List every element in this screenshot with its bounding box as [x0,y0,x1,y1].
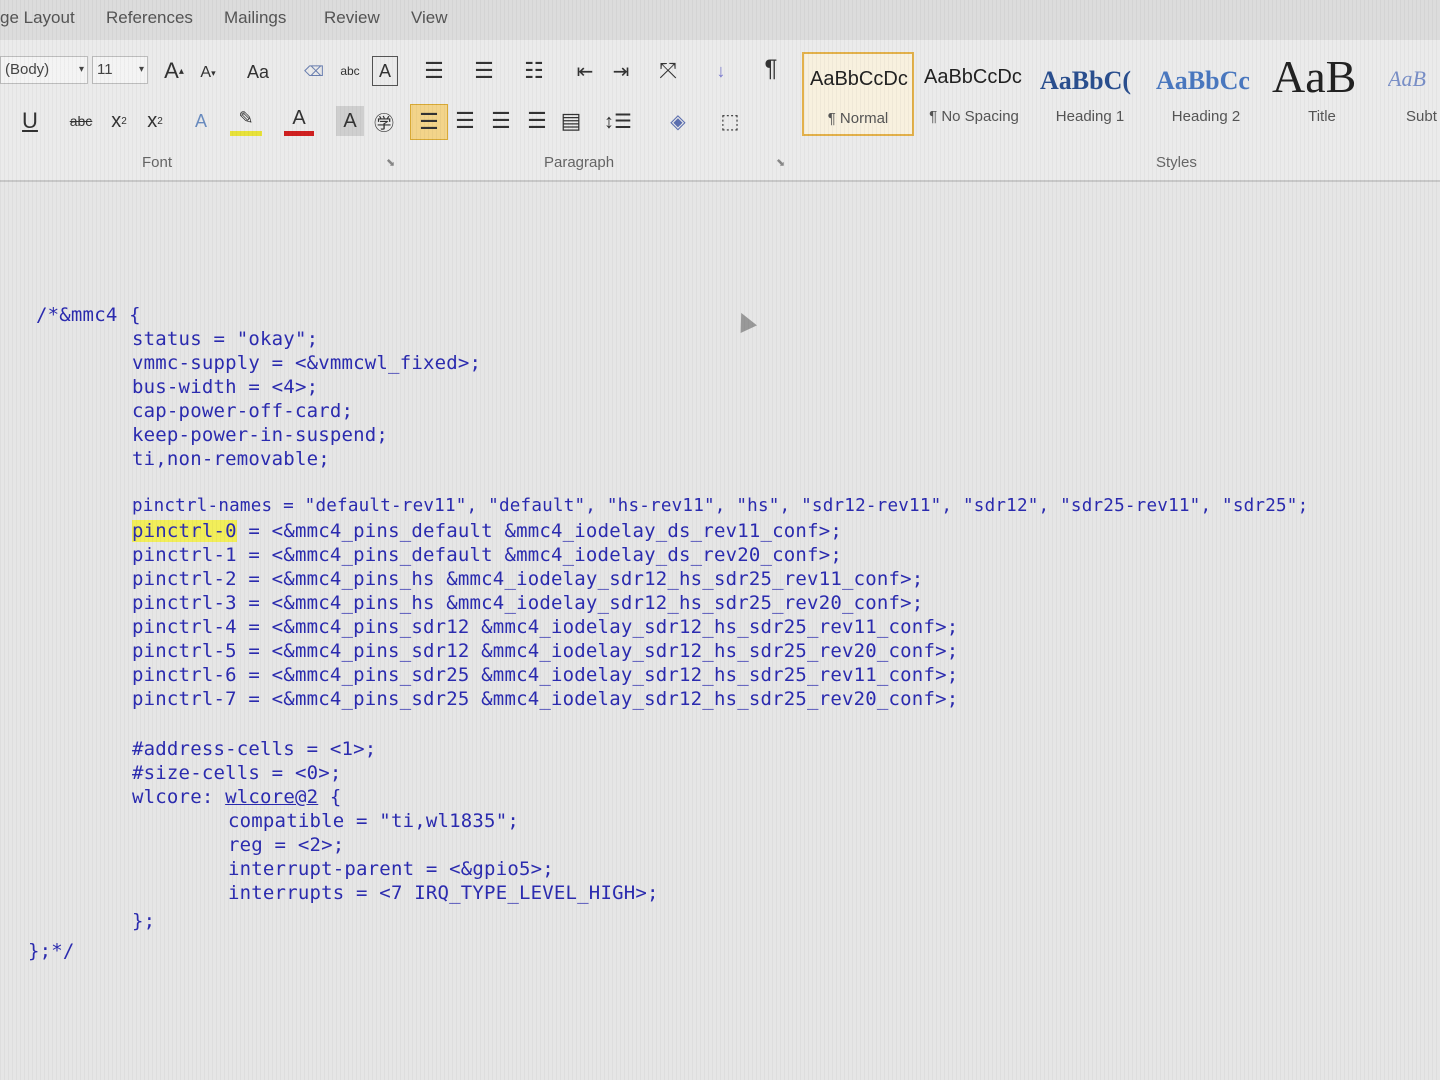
style-name: ¶ Normal [827,110,889,127]
tab-page-layout[interactable]: ge Layout [0,8,75,28]
code-line: vmmc-supply = <&vmmcwl_fixed>; [132,352,482,374]
font-color-icon[interactable]: A [284,106,314,136]
enclose-characters-icon[interactable]: ㊫ [370,106,398,136]
decrease-indent-icon[interactable]: ⇤ [570,56,600,86]
show-formatting-marks-icon[interactable]: ¶ [756,54,786,84]
code-line: pinctrl-7 = <&mmc4_pins_sdr25 &mmc4_iode… [132,688,959,710]
style-name: Heading 2 [1171,108,1241,125]
style-no-spacing[interactable]: AaBbCcDc ¶ No Spacing [918,52,1030,136]
font-size-box[interactable]: 11 ▾ [92,56,148,84]
font-dialog-launcher-icon[interactable]: ⬊ [386,156,395,169]
code-brace: { [318,786,342,808]
bullets-icon[interactable]: ☰ [414,56,454,86]
tab-references[interactable]: References [106,8,193,28]
style-name: Heading 1 [1055,108,1125,125]
grow-font-icon[interactable]: A ▴ [160,56,188,86]
code-node-name: wlcore@2 [225,786,319,808]
code-line: ti,non-removable; [132,448,330,470]
code-line: status = "okay"; [132,328,319,350]
code-line: #address-cells = <1>; [132,738,377,760]
justify-icon[interactable]: ☰ [522,104,552,138]
style-heading-1[interactable]: AaBbC( Heading 1 [1034,52,1146,136]
code-line: pinctrl-0 = <&mmc4_pins_default &mmc4_io… [132,520,842,542]
numbering-icon[interactable]: ☰ [464,56,504,86]
underline-icon[interactable]: U [16,106,44,136]
style-sample: AaBbCcDc [810,68,908,90]
style-subtitle[interactable]: AaB Subt [1382,52,1440,136]
style-sample: AaBbCc [1156,66,1250,95]
paragraph-dialog-launcher-icon[interactable]: ⬊ [776,156,785,169]
clear-formatting-icon[interactable]: ⌫ [300,56,328,86]
code-line: cap-power-off-card; [132,400,354,422]
chevron-down-icon[interactable]: ▾ [139,57,144,83]
style-name: Subt [1406,108,1437,125]
code-line: bus-width = <4>; [132,376,319,398]
code-line: pinctrl-4 = <&mmc4_pins_sdr12 &mmc4_iode… [132,616,959,638]
sort-icon[interactable]: ↓ [706,56,736,86]
align-left-icon[interactable]: ☰ [410,104,448,140]
multilevel-list-icon[interactable]: ☷ [514,56,554,86]
tab-mailings[interactable]: Mailings [224,8,286,28]
code-line: pinctrl-6 = <&mmc4_pins_sdr25 &mmc4_iode… [132,664,959,686]
align-center-icon[interactable]: ☰ [450,104,480,138]
style-heading-2[interactable]: AaBbCc Heading 2 [1150,52,1262,136]
strikethrough-icon[interactable]: abc [64,106,98,136]
code-line: wlcore: wlcore@2 { [132,786,342,808]
code-line: pinctrl-5 = <&mmc4_pins_sdr12 &mmc4_iode… [132,640,959,662]
chevron-down-icon[interactable]: ▾ [79,57,84,83]
code-line-rest: = <&mmc4_pins_default &mmc4_iodelay_ds_r… [236,520,842,542]
group-label-font: Font [142,154,173,171]
line-spacing-icon[interactable]: ↕☰ [600,104,636,138]
subscript-icon[interactable]: x2 [104,106,134,136]
character-shading-icon[interactable]: A [336,106,364,136]
borders-icon[interactable]: ⬚ [712,104,748,138]
highlighted-text: pinctrl-0 [132,520,237,542]
code-line: /*&mmc4 { [36,304,141,326]
font-name-box[interactable]: (Body) ▾ [0,56,88,84]
code-line: #size-cells = <0>; [132,762,342,784]
code-line: };*/ [28,940,75,962]
increase-indent-icon[interactable]: ⇥ [606,56,636,86]
style-sample: AaB [1388,66,1426,91]
font-name-value: (Body) [5,61,50,78]
tab-view[interactable]: View [411,8,448,28]
change-case-icon[interactable]: Aa [242,58,274,86]
code-line: pinctrl-names = "default-rev11", "defaul… [132,496,1309,516]
style-normal[interactable]: AaBbCcDc ¶ Normal [802,52,914,136]
style-name: ¶ No Spacing [929,108,1019,125]
shading-icon[interactable]: ◈ [660,104,696,138]
code-line: pinctrl-2 = <&mmc4_pins_hs &mmc4_iodelay… [132,568,924,590]
code-line: }; [132,910,156,932]
superscript-icon[interactable]: x2 [140,106,170,136]
code-line: keep-power-in-suspend; [132,424,389,446]
tab-review[interactable]: Review [324,8,380,28]
style-sample: AaBbCcDc [924,66,1022,88]
phonetic-guide-icon[interactable]: abc [336,56,364,86]
ribbon-tabs: ge Layout References Mailings Review Vie… [0,0,1440,40]
style-sample: AaB [1272,51,1357,102]
font-size-value: 11 [97,61,113,78]
shrink-font-icon[interactable]: A ▾ [196,60,220,86]
character-border-icon[interactable]: A [372,56,398,86]
highlight-color-icon[interactable]: ✎ [230,106,262,136]
style-name: Title [1308,108,1336,125]
ribbon: (Body) ▾ 11 ▾ A ▴ A ▾ Aa ⌫ abc A ☰ ☰ ☷ ⇤ ⇥… [0,40,1440,182]
code-line: interrupts = <7 IRQ_TYPE_LEVEL_HIGH>; [228,882,659,904]
distributed-icon[interactable]: ▤ [556,104,586,138]
text-effects-icon[interactable]: A [186,106,216,136]
text-direction-icon[interactable]: ⤧ [648,56,688,86]
code-label: wlcore: [132,786,226,808]
code-line: reg = <2>; [228,834,345,856]
group-label-paragraph: Paragraph [544,154,615,171]
group-label-styles: Styles [1156,154,1197,171]
align-right-icon[interactable]: ☰ [486,104,516,138]
code-line: pinctrl-3 = <&mmc4_pins_hs &mmc4_iodelay… [132,592,924,614]
code-line: pinctrl-1 = <&mmc4_pins_default &mmc4_io… [132,544,842,566]
style-sample: AaBbC( [1040,66,1132,95]
code-line: interrupt-parent = <&gpio5>; [228,858,554,880]
style-title[interactable]: AaB Title [1266,51,1378,136]
code-line: compatible = "ti,wl1835"; [228,810,519,832]
